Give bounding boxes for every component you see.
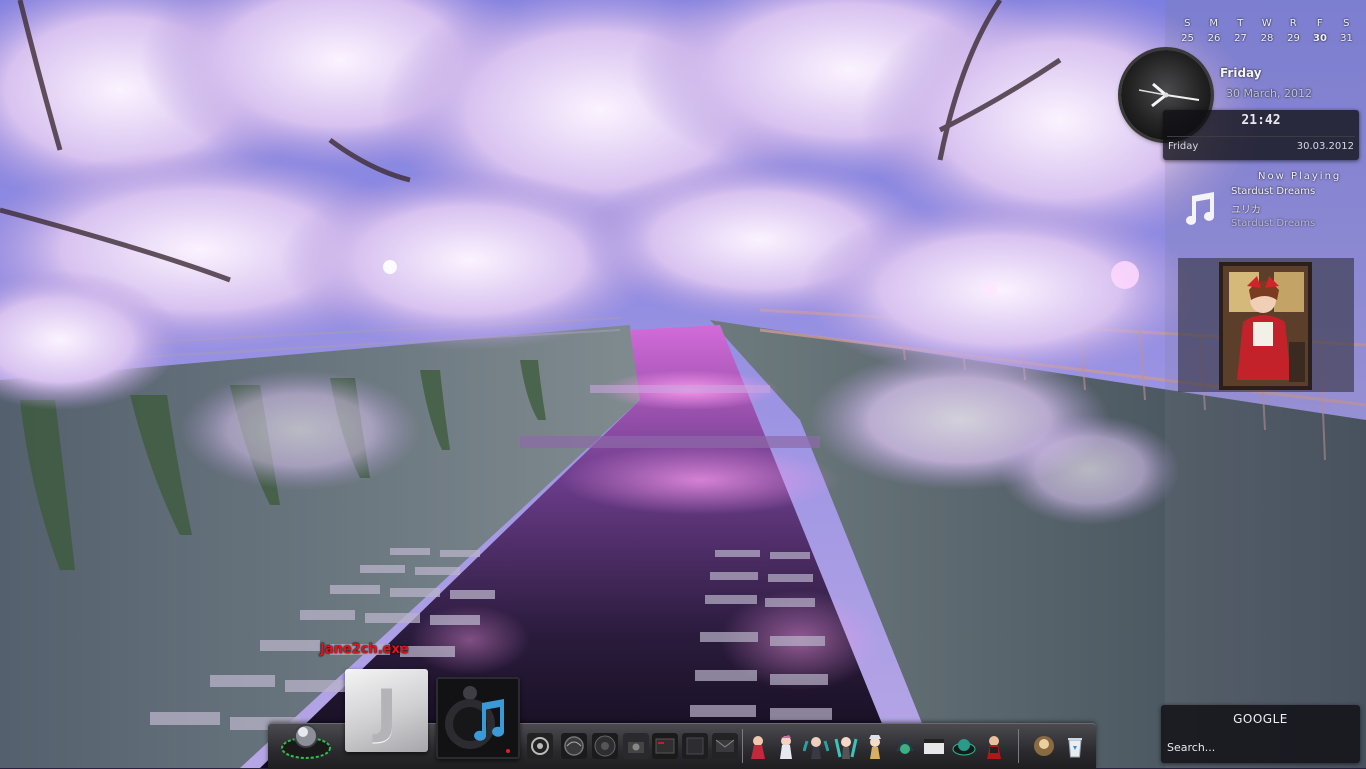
google-search-gadget: GOOGLE: [1161, 705, 1360, 763]
media-app-icon[interactable]: [592, 733, 618, 759]
calendar-date[interactable]: 29: [1282, 33, 1305, 44]
music-player-app-icon[interactable]: [436, 677, 520, 759]
dock-hover-label: Jane2ch.exe: [320, 642, 409, 657]
weekday-label: S: [1343, 18, 1350, 29]
weekday-label: F: [1316, 18, 1324, 29]
clock-day: Friday: [1220, 66, 1262, 80]
music-note-icon[interactable]: [1180, 188, 1222, 230]
calendar-weekdays: S M T W R F S: [1172, 18, 1362, 29]
anime-character-icon[interactable]: [745, 733, 771, 759]
digital-clock-gadget[interactable]: 21:42 Friday 30.03.2012: [1163, 110, 1359, 160]
globe-app-icon[interactable]: [951, 733, 977, 759]
calendar-date[interactable]: 27: [1229, 33, 1252, 44]
calendar-dates: 25 26 27 28 29 30 31: [1172, 33, 1362, 44]
weekday-label: S: [1184, 18, 1191, 29]
weekday-label: T: [1237, 18, 1244, 29]
character-app-icon[interactable]: [1031, 733, 1057, 759]
calendar-gadget: S M T W R F S 25 26 27 28 29 30 31: [1172, 18, 1362, 44]
mail-app-icon[interactable]: [712, 733, 738, 759]
camera-app-icon[interactable]: [623, 733, 649, 759]
browser-app-icon[interactable]: [561, 733, 587, 759]
dock-separator: [742, 729, 743, 763]
clock-date: 30 March, 2012: [1226, 87, 1313, 100]
now-playing-title: Now Playing: [1258, 171, 1342, 182]
terminal-app-icon[interactable]: [652, 733, 678, 759]
search-input[interactable]: [1165, 737, 1358, 757]
calendar-date[interactable]: 28: [1256, 33, 1279, 44]
calendar-date-today[interactable]: 30: [1309, 33, 1332, 44]
anime-character-icon[interactable]: [892, 733, 918, 759]
digital-date: 30.03.2012: [1296, 141, 1354, 152]
divider: [1167, 136, 1355, 137]
orb-launcher-icon[interactable]: [280, 716, 332, 760]
now-playing-track: Stardust Dreams: [1231, 186, 1316, 197]
weekday-label: W: [1261, 18, 1273, 29]
digital-day: Friday: [1168, 141, 1199, 152]
dock-separator: [1018, 729, 1019, 763]
jane2ch-app-icon[interactable]: J: [345, 669, 428, 752]
stardock-app-icon[interactable]: [527, 733, 553, 759]
jane2ch-letter: J: [375, 677, 398, 745]
file-manager-app-icon[interactable]: [682, 733, 708, 759]
google-search-title: GOOGLE: [1233, 712, 1288, 726]
anime-character-icon[interactable]: [773, 733, 799, 759]
anime-character-icon[interactable]: [803, 733, 829, 759]
calendar-date[interactable]: 25: [1176, 33, 1199, 44]
calendar-date[interactable]: 26: [1203, 33, 1226, 44]
anime-character-icon[interactable]: [862, 733, 888, 759]
window-app-icon[interactable]: [921, 733, 947, 759]
now-playing-artist: ユリカ: [1231, 205, 1261, 216]
weekday-label: R: [1289, 18, 1298, 29]
album-art[interactable]: [1219, 262, 1312, 390]
anime-character-icon[interactable]: [981, 733, 1007, 759]
anime-character-icon[interactable]: [833, 733, 859, 759]
recycle-bin-icon[interactable]: [1062, 733, 1088, 759]
calendar-date[interactable]: 31: [1335, 33, 1358, 44]
weekday-label: M: [1209, 18, 1219, 29]
now-playing-album: Stardust Dreams: [1231, 218, 1316, 229]
digital-time: 21:42: [1241, 113, 1281, 128]
